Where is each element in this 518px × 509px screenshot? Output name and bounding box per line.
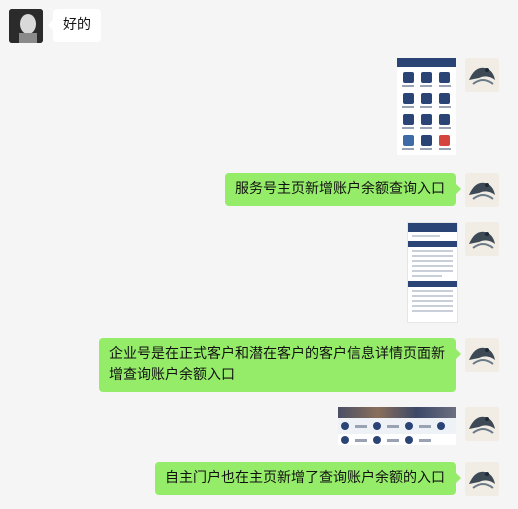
my-avatar[interactable] bbox=[465, 462, 499, 496]
message-bubble-received[interactable]: 好的 bbox=[48, 9, 101, 42]
thumb-row bbox=[338, 418, 456, 434]
thumb-header bbox=[397, 58, 456, 67]
my-avatar[interactable] bbox=[465, 58, 499, 92]
message-image-self-service-portal[interactable] bbox=[338, 407, 456, 445]
my-avatar[interactable] bbox=[465, 338, 499, 372]
message-text: 服务号主页新增账户余额查询入口 bbox=[235, 181, 445, 197]
thumb-banner bbox=[338, 407, 456, 418]
message-image-service-account[interactable] bbox=[397, 58, 456, 155]
message-text: 企业号是在正式客户和潜在客户的客户信息详情页面新增查询账户余额入口 bbox=[109, 346, 445, 383]
thumb-grid bbox=[397, 67, 456, 155]
thumb-header bbox=[408, 223, 457, 232]
thumb-row bbox=[338, 434, 456, 445]
my-avatar[interactable] bbox=[465, 173, 499, 207]
message-image-enterprise-detail[interactable] bbox=[407, 222, 458, 323]
my-avatar[interactable] bbox=[465, 407, 499, 441]
message-text: 好的 bbox=[63, 17, 91, 33]
message-bubble-sent[interactable]: 自主门户也在主页新增了查询账户余额的入口 bbox=[155, 462, 461, 495]
message-text: 自主门户也在主页新增了查询账户余额的入口 bbox=[165, 470, 445, 486]
message-bubble-sent[interactable]: 企业号是在正式客户和潜在客户的客户信息详情页面新增查询账户余额入口 bbox=[99, 338, 461, 392]
contact-avatar[interactable] bbox=[9, 9, 43, 43]
my-avatar[interactable] bbox=[465, 222, 499, 256]
message-bubble-sent[interactable]: 服务号主页新增账户余额查询入口 bbox=[225, 173, 461, 206]
